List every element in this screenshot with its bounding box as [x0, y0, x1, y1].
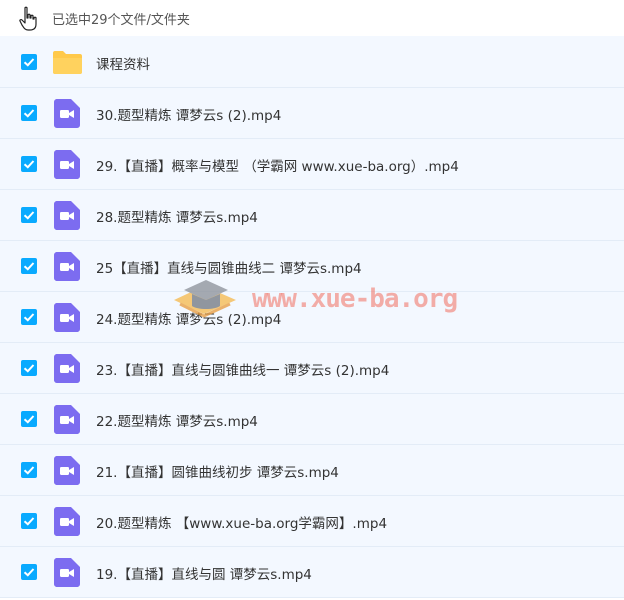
- file-list: 课程资料 30.题型精炼 谭梦云s (2).mp4 29.【直播】概率与模型 （…: [0, 36, 624, 598]
- checkmark-icon: [23, 364, 35, 373]
- selection-header: 已选中29个文件/文件夹: [0, 0, 624, 36]
- checkmark-icon: [23, 160, 35, 169]
- file-name: 23.【直播】直线与圆锥曲线一 谭梦云s (2).mp4: [96, 363, 390, 379]
- file-name: 25【直播】直线与圆锥曲线二 谭梦云s.mp4: [96, 261, 362, 277]
- video-file-icon: [54, 150, 80, 179]
- file-name: 24.题型精炼 谭梦云s (2).mp4: [96, 312, 282, 328]
- file-name: 22.题型精炼 谭梦云s.mp4: [96, 414, 258, 430]
- list-item-folder[interactable]: 课程资料: [0, 36, 624, 88]
- checkmark-icon: [23, 109, 35, 118]
- row-checkbox[interactable]: [21, 411, 37, 427]
- row-checkbox[interactable]: [21, 258, 37, 274]
- checkmark-icon: [23, 415, 35, 424]
- row-checkbox[interactable]: [21, 207, 37, 223]
- row-checkbox[interactable]: [21, 309, 37, 325]
- video-file-icon: [54, 252, 80, 281]
- row-checkbox[interactable]: [21, 360, 37, 376]
- list-item-video[interactable]: 20.题型精炼 【www.xue-ba.org学霸网】.mp4: [0, 496, 624, 547]
- list-item-video[interactable]: 21.【直播】圆锥曲线初步 谭梦云s.mp4: [0, 445, 624, 496]
- video-file-icon: [54, 303, 80, 332]
- file-name: 30.题型精炼 谭梦云s (2).mp4: [96, 108, 282, 124]
- row-checkbox[interactable]: [21, 105, 37, 121]
- checkmark-icon: [23, 517, 35, 526]
- row-checkbox[interactable]: [21, 53, 37, 70]
- checkmark-icon: [23, 568, 35, 577]
- checkmark-icon: [23, 57, 35, 67]
- folder-icon: [53, 50, 82, 74]
- list-item-video[interactable]: 30.题型精炼 谭梦云s (2).mp4: [0, 88, 624, 139]
- checkmark-icon: [23, 262, 35, 271]
- video-file-icon: [54, 354, 80, 383]
- hand-cursor-icon: [19, 6, 37, 31]
- file-name: 28.题型精炼 谭梦云s.mp4: [96, 210, 258, 226]
- row-checkbox[interactable]: [21, 564, 37, 580]
- checkmark-icon: [23, 211, 35, 220]
- list-item-video[interactable]: 19.【直播】直线与圆 谭梦云s.mp4: [0, 547, 624, 598]
- file-name: 21.【直播】圆锥曲线初步 谭梦云s.mp4: [96, 465, 339, 481]
- file-name: 29.【直播】概率与模型 （学霸网 www.xue-ba.org）.mp4: [96, 159, 459, 175]
- video-file-icon: [54, 405, 80, 434]
- file-name: 20.题型精炼 【www.xue-ba.org学霸网】.mp4: [96, 516, 388, 532]
- list-item-video[interactable]: 23.【直播】直线与圆锥曲线一 谭梦云s (2).mp4: [0, 343, 624, 394]
- video-file-icon: [54, 99, 80, 128]
- list-item-video[interactable]: 24.题型精炼 谭梦云s (2).mp4: [0, 292, 624, 343]
- checkmark-icon: [23, 466, 35, 475]
- video-file-icon: [54, 507, 80, 536]
- list-item-video[interactable]: 28.题型精炼 谭梦云s.mp4: [0, 190, 624, 241]
- file-name: 课程资料: [96, 56, 150, 73]
- row-checkbox[interactable]: [21, 462, 37, 478]
- list-item-video[interactable]: 29.【直播】概率与模型 （学霸网 www.xue-ba.org）.mp4: [0, 139, 624, 190]
- list-item-video[interactable]: 22.题型精炼 谭梦云s.mp4: [0, 394, 624, 445]
- file-name: 19.【直播】直线与圆 谭梦云s.mp4: [96, 567, 312, 583]
- video-file-icon: [54, 201, 80, 230]
- list-item-video[interactable]: 25【直播】直线与圆锥曲线二 谭梦云s.mp4: [0, 241, 624, 292]
- checkmark-icon: [23, 313, 35, 322]
- row-checkbox[interactable]: [21, 156, 37, 172]
- video-file-icon: [54, 456, 80, 485]
- selection-count-text: 已选中29个文件/文件夹: [52, 13, 190, 28]
- video-file-icon: [54, 558, 80, 587]
- row-checkbox[interactable]: [21, 513, 37, 529]
